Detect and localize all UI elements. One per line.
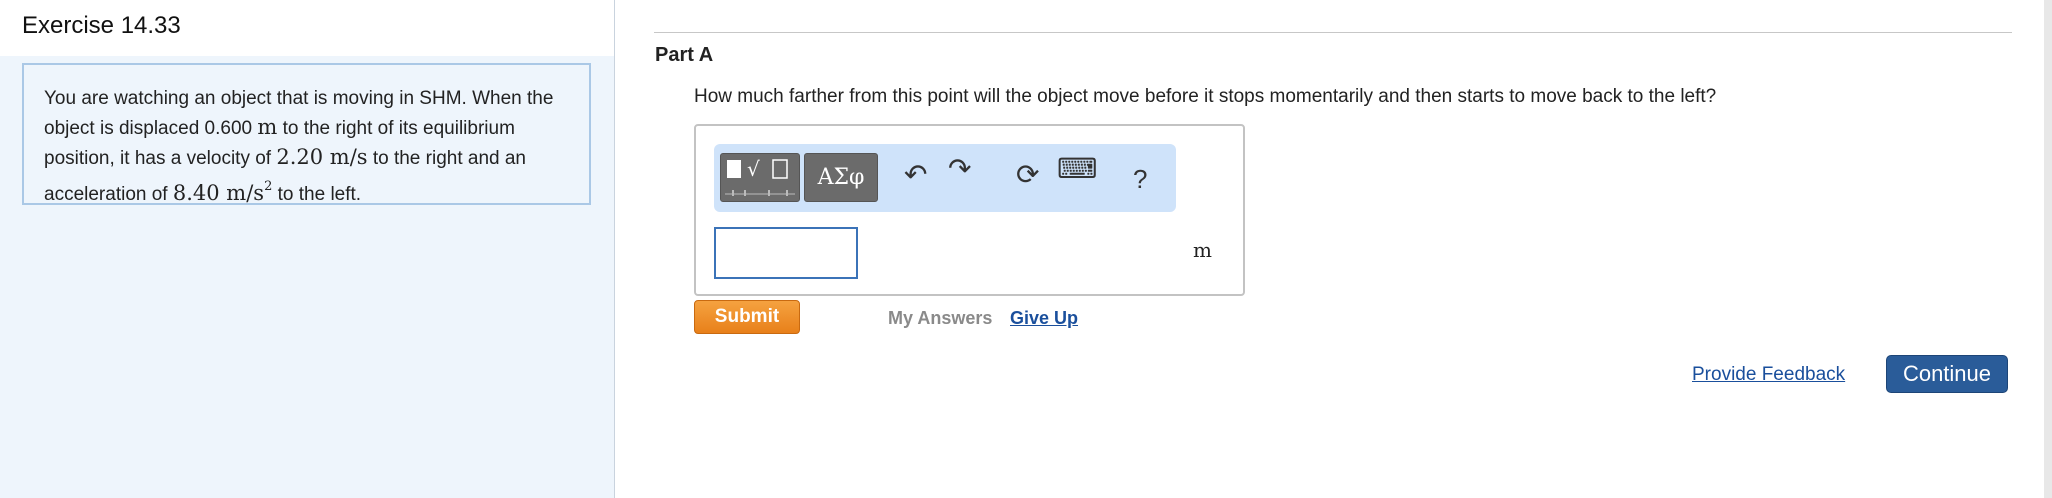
answer-box: √ ΑΣφ ↶ ↷ ⟳ ⌨ ? m [694,124,1245,296]
templates-glyph: √ [747,157,760,181]
part-label: Part A [655,44,714,66]
problem-math-acceleration: 8.40 m/s [172,181,265,205]
continue-button[interactable]: Continue [1886,355,2008,393]
reset-icon[interactable]: ⟳ [1016,158,1039,191]
problem-statement: You are watching an object that is movin… [44,85,584,209]
problem-math-velocity: 2.20 m/s [276,145,368,169]
redo-icon[interactable]: ↷ [948,152,971,185]
problem-statement-box: You are watching an object that is movin… [22,63,591,205]
help-button[interactable]: ? [1133,164,1147,195]
exercise-header: Exercise 14.33 [0,0,614,56]
exercise-title: Exercise 14.33 [22,12,181,39]
math-toolbar: √ ΑΣφ ↶ ↷ ⟳ ⌨ ? [714,144,1176,212]
greek-symbols-button[interactable]: ΑΣφ [804,153,878,202]
undo-icon[interactable]: ↶ [904,158,927,191]
give-up-link[interactable]: Give Up [1010,308,1078,329]
part-divider [654,32,2012,33]
submit-button[interactable]: Submit [694,300,800,334]
window-edge [2044,0,2052,498]
provide-feedback-link[interactable]: Provide Feedback [1692,364,1845,386]
problem-pane: Exercise 14.33 You are watching an objec… [0,0,615,498]
question-text: How much farther from this point will th… [694,86,1717,107]
answer-unit: m [1193,238,1212,262]
keyboard-icon[interactable]: ⌨ [1057,152,1097,185]
templates-button[interactable]: √ [720,153,800,202]
templates-icon: √ [725,157,795,196]
answer-input[interactable] [714,227,858,279]
problem-text-part: to the left. [272,184,362,205]
problem-math-unit: m [257,115,278,139]
my-answers-label: My Answers [888,308,993,328]
